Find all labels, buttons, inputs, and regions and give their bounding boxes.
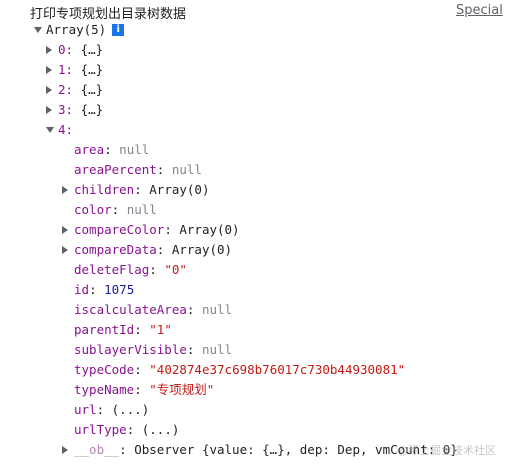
prop-value: null	[119, 142, 150, 157]
prop-value: null	[201, 342, 233, 357]
prop-row-typeName: typeName: "专项规划"	[74, 382, 215, 397]
prop-value: Array(0)	[179, 222, 240, 237]
array-item-0[interactable]: 0: {…}	[46, 40, 103, 60]
prop-key: area	[74, 142, 105, 157]
prop-row-compareColor[interactable]: compareColor: Array(0)	[62, 220, 240, 240]
prop-value: "402874e37c698b76017c730b44930081"	[149, 362, 406, 377]
prop-value: "专项规划"	[149, 382, 215, 397]
prop-key: __ob__	[74, 442, 120, 457]
prop-row-areaPercent: areaPercent: null	[74, 162, 202, 177]
prop-key: typeCode	[74, 362, 135, 377]
prop-row-typeCode: typeCode: "402874e37c698b76017c730b44930…	[74, 362, 406, 377]
caret-right-icon[interactable]	[46, 105, 52, 114]
info-icon[interactable]: i	[112, 23, 125, 36]
prop-row-children[interactable]: children: Array(0)	[62, 180, 210, 200]
item-index: 1:	[58, 62, 74, 77]
caret-right-icon[interactable]	[62, 445, 68, 454]
prop-key: typeName	[74, 382, 135, 397]
prop-key: color	[74, 202, 112, 217]
prop-row-sublayerVisible: sublayerVisible: null	[74, 342, 233, 357]
item-preview: {…}	[80, 62, 104, 77]
prop-key: parentId	[74, 322, 135, 337]
prop-key: urlType	[74, 422, 127, 437]
array-label: Array(5)	[46, 22, 107, 37]
item-index: 4:	[58, 122, 74, 137]
prop-key: sublayerVisible	[74, 342, 187, 357]
array-item-4[interactable]: 4:	[46, 120, 73, 140]
prop-key: url	[74, 402, 97, 417]
caret-right-icon[interactable]	[46, 65, 52, 74]
prop-value: 1075	[104, 282, 135, 297]
caret-right-icon[interactable]	[46, 45, 52, 54]
source-link[interactable]: Special	[456, 3, 503, 18]
caret-right-icon[interactable]	[62, 185, 68, 194]
prop-row-url[interactable]: url: (...)	[74, 400, 149, 420]
lazy-getter-value[interactable]: (...)	[142, 422, 180, 437]
item-index: 3:	[58, 102, 74, 117]
lazy-getter-value[interactable]: (...)	[112, 402, 150, 417]
prop-key: iscalculateArea	[74, 302, 187, 317]
prop-value: Array(0)	[171, 242, 233, 257]
prop-value: "0"	[164, 262, 187, 277]
array-item-3[interactable]: 3: {…}	[46, 100, 103, 120]
caret-down-icon[interactable]	[34, 26, 42, 33]
prop-key: compareData	[74, 242, 157, 257]
prop-key: deleteFlag	[74, 262, 150, 277]
prop-row-urlType[interactable]: urlType: (...)	[74, 420, 179, 440]
prop-value: "1"	[149, 322, 172, 337]
prop-value: Array(0)	[149, 182, 210, 197]
prop-key: children	[74, 182, 135, 197]
array-item-2[interactable]: 2: {…}	[46, 80, 103, 100]
item-index: 0:	[58, 42, 74, 57]
array-item-1[interactable]: 1: {…}	[46, 60, 103, 80]
watermark: @稀土掘金技术社区	[397, 444, 496, 457]
prop-row-id: id: 1075	[74, 282, 135, 297]
prop-key: id	[74, 282, 90, 297]
prop-key: compareColor	[74, 222, 165, 237]
caret-right-icon[interactable]	[46, 85, 52, 94]
item-preview: {…}	[80, 102, 104, 117]
item-preview: {…}	[80, 82, 104, 97]
prop-key: areaPercent	[74, 162, 157, 177]
prop-value: null	[171, 162, 202, 177]
item-preview: {…}	[80, 42, 104, 57]
array-toggle[interactable]: Array(5) i	[34, 20, 125, 40]
item-index: 2:	[58, 82, 74, 97]
prop-value: null	[201, 302, 233, 317]
prop-row-deleteFlag: deleteFlag: "0"	[74, 262, 187, 277]
prop-row-area: area: null	[74, 142, 150, 157]
caret-right-icon[interactable]	[62, 225, 68, 234]
prop-value: null	[126, 202, 157, 217]
caret-down-icon[interactable]	[46, 126, 54, 133]
caret-right-icon[interactable]	[62, 245, 68, 254]
prop-row-parentId: parentId: "1"	[74, 322, 172, 337]
prop-row-color: color: null	[74, 202, 157, 217]
prop-row-compareData[interactable]: compareData: Array(0)	[62, 240, 232, 260]
prop-row-iscalculateArea: iscalculateArea: null	[74, 302, 233, 317]
